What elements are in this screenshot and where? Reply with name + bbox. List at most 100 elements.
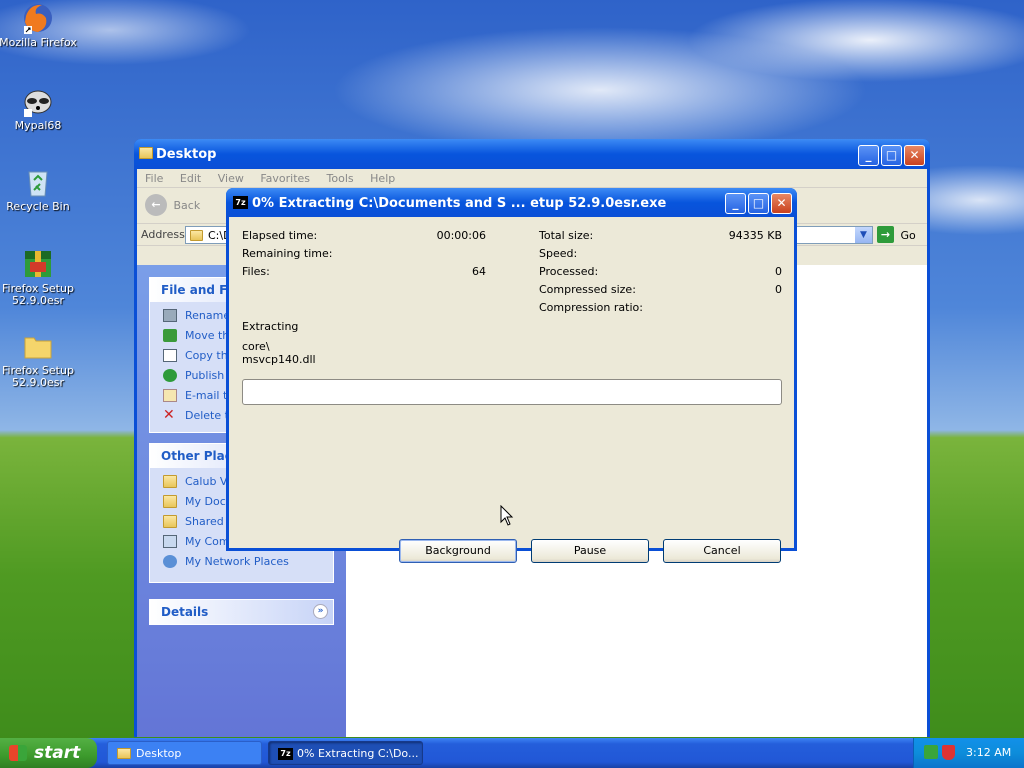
elapsed-label: Elapsed time: [242, 229, 318, 242]
details-label: Details [161, 605, 209, 619]
installer-icon [22, 248, 54, 280]
desktop-icon-label: Recycle Bin [6, 200, 70, 213]
taskbar-item-extracting[interactable]: 7z 0% Extracting C:\Do... [268, 741, 423, 765]
desktop-icon-recycle-bin[interactable]: Recycle Bin [0, 166, 80, 213]
network-tray-icon[interactable] [924, 745, 938, 759]
start-button[interactable]: start [0, 738, 97, 768]
taskbar-item-label: 0% Extracting C:\Do... [297, 747, 419, 760]
desktop-icon-label: Mozilla Firefox [0, 36, 77, 49]
dialog-body: Elapsed time: 00:00:06 Remaining time: F… [229, 217, 794, 563]
desktop-icon-firefox-setup-exe[interactable]: Firefox Setup 52.9.0esr [0, 248, 80, 307]
desktop-icon-mypal[interactable]: Mypal68 [0, 85, 80, 132]
explorer-title: Desktop [156, 147, 217, 162]
back-button[interactable]: ← Back [145, 194, 200, 216]
go-arrow-icon: → [877, 226, 894, 243]
go-button[interactable]: → Go [877, 226, 916, 244]
maximize-button[interactable]: □ [748, 193, 769, 214]
total-size-value: 94335 KB [728, 229, 782, 242]
dialog-titlebar[interactable]: 7z 0% Extracting C:\Documents and S ... … [226, 188, 797, 217]
elapsed-value: 00:00:06 [436, 229, 486, 242]
system-tray: 3:12 AM [913, 738, 1024, 768]
folder-icon [163, 495, 177, 508]
compressed-size-label: Compressed size: [539, 283, 636, 296]
minimize-button[interactable]: _ [858, 145, 879, 166]
files-label: Files: [242, 265, 270, 278]
folder-icon [139, 147, 153, 159]
windows-flag-icon [9, 745, 27, 761]
menu-help[interactable]: Help [370, 172, 395, 185]
progress-bar [242, 379, 782, 405]
status-text: Extracting [242, 320, 299, 333]
desktop-icon-label: Firefox Setup 52.9.0esr [2, 364, 74, 389]
maximize-button[interactable]: □ [881, 145, 902, 166]
files-value: 64 [472, 265, 486, 278]
rename-icon [163, 309, 177, 322]
menu-file[interactable]: File [145, 172, 163, 185]
mouse-cursor-icon [500, 505, 514, 526]
computer-icon [163, 535, 177, 548]
remaining-label: Remaining time: [242, 247, 333, 260]
email-icon [163, 389, 177, 402]
processed-label: Processed: [539, 265, 599, 278]
folder-icon [163, 515, 177, 528]
menu-favorites[interactable]: Favorites [260, 172, 310, 185]
security-shield-icon[interactable] [942, 745, 955, 760]
back-arrow-icon: ← [145, 194, 167, 216]
folder-icon [117, 748, 131, 759]
compressed-size-value: 0 [775, 283, 782, 296]
place-my-network-places[interactable]: My Network Places [150, 552, 333, 572]
compression-ratio-label: Compression ratio: [539, 301, 643, 314]
network-icon [163, 555, 177, 568]
task-label: Rename [185, 309, 231, 322]
folder-icon [190, 230, 203, 241]
taskbar-item-desktop[interactable]: Desktop [107, 741, 262, 765]
publish-icon [163, 369, 177, 382]
7zip-icon: 7z [233, 196, 248, 209]
folder-icon [163, 475, 177, 488]
background-button[interactable]: Background [399, 539, 517, 563]
menu-bar: File Edit View Favorites Tools Help [137, 169, 927, 221]
current-file: msvcp140.dll [242, 353, 316, 366]
menu-view[interactable]: View [218, 172, 244, 185]
chevron-down-icon[interactable]: » [313, 604, 328, 619]
go-label: Go [900, 229, 916, 242]
recycle-bin-icon [22, 166, 54, 198]
address-label: Address [141, 228, 185, 241]
cancel-button[interactable]: Cancel [663, 539, 781, 563]
dropdown-arrow-icon[interactable]: ▼ [855, 227, 872, 243]
delete-x-icon: ✕ [163, 407, 175, 423]
place-label: My Network Places [185, 555, 289, 568]
taskbar: start Desktop 7z 0% Extracting C:\Do... … [0, 738, 1024, 768]
close-button[interactable]: ✕ [771, 193, 792, 214]
extract-dialog[interactable]: 7z 0% Extracting C:\Documents and S ... … [226, 188, 797, 563]
copy-icon [163, 349, 177, 362]
details-header[interactable]: Details » [150, 600, 333, 624]
taskbar-item-label: Desktop [136, 747, 182, 760]
close-button[interactable]: ✕ [904, 145, 925, 166]
folder-icon [22, 330, 54, 362]
7zip-icon: 7z [278, 748, 293, 760]
raccoon-icon [22, 85, 54, 117]
menu-edit[interactable]: Edit [180, 172, 201, 185]
pause-button[interactable]: Pause [531, 539, 649, 563]
desktop-icon-label: Firefox Setup 52.9.0esr [2, 282, 74, 307]
processed-value: 0 [775, 265, 782, 278]
desktop-icon-firefox[interactable]: Mozilla Firefox [0, 2, 80, 49]
task-label: Publish t [185, 369, 233, 382]
speed-label: Speed: [539, 247, 578, 260]
clock[interactable]: 3:12 AM [966, 746, 1011, 759]
menu-tools[interactable]: Tools [327, 172, 354, 185]
desktop-icon-label: Mypal68 [14, 119, 62, 132]
desktop-icon-firefox-setup-folder[interactable]: Firefox Setup 52.9.0esr [0, 330, 80, 389]
back-label: Back [173, 198, 201, 212]
start-label: start [34, 743, 81, 763]
dialog-title: 0% Extracting C:\Documents and S ... etu… [252, 196, 667, 211]
current-path: core\ [242, 340, 270, 353]
total-size-label: Total size: [539, 229, 594, 242]
task-label: Copy thi [185, 349, 231, 362]
details-panel: Details » [149, 599, 334, 625]
explorer-titlebar[interactable]: Desktop _ □ ✕ [134, 139, 930, 169]
firefox-icon [22, 2, 54, 34]
move-icon [163, 329, 177, 342]
minimize-button[interactable]: _ [725, 193, 746, 214]
